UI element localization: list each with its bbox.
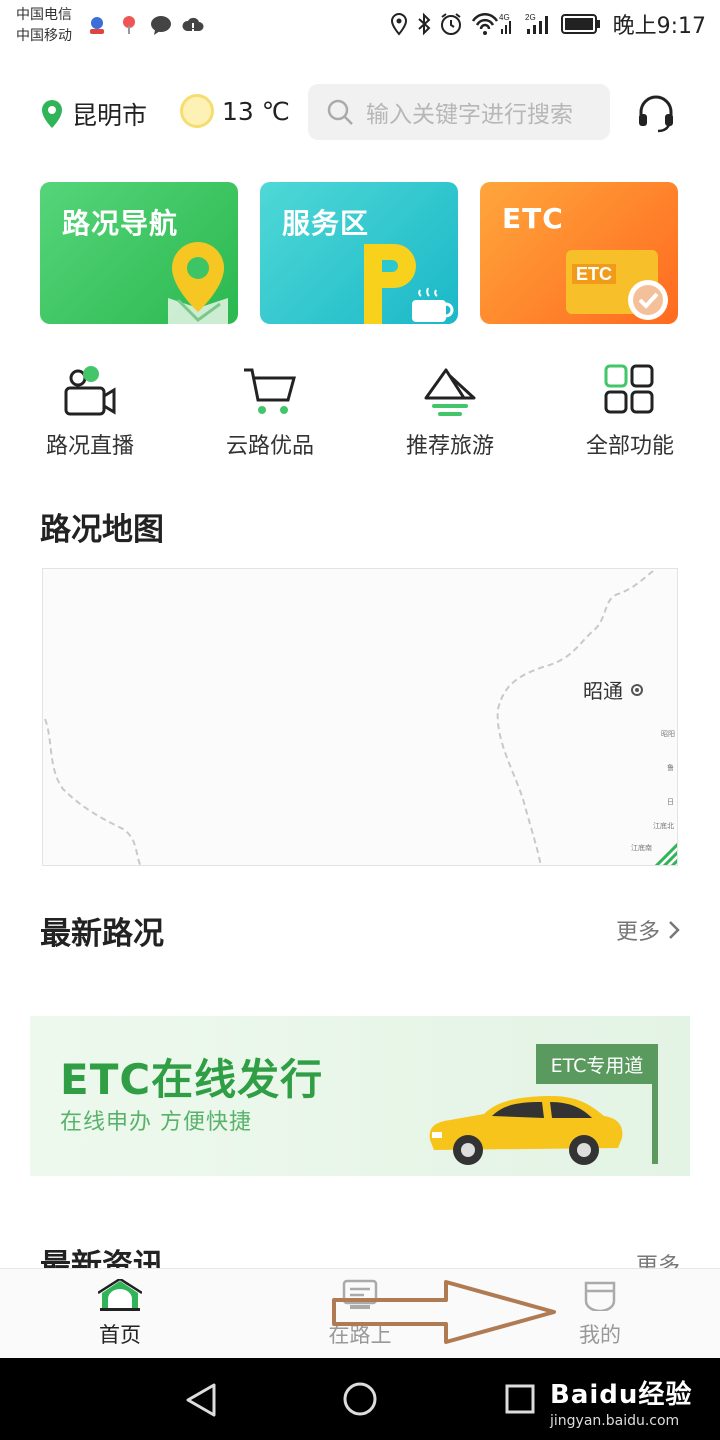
weather-widget[interactable]: 13 ℃ [180,94,290,128]
latest-traffic-title: 最新路况 [40,916,164,952]
map-small-label: 江底北 [653,822,674,830]
sign-post [652,1084,658,1164]
city-label-text: 昭通 [583,679,623,703]
banner-subtitle: 在线申办 方便快捷 [60,1110,252,1135]
profile-icon [584,1281,616,1311]
map-pin-app-icon [123,16,135,34]
temperature: 13 ℃ [222,96,290,126]
traffic-navigation-card[interactable]: 路况导航 [40,182,238,324]
etc-card-check-icon: ETC [566,250,668,320]
cloud-alert-icon [182,17,204,31]
quick-link-label: 推荐旅游 [405,434,494,459]
city-name: 昆明市 [72,101,148,130]
map-small-label: 日 [667,798,674,806]
latest-traffic-more-link[interactable]: 更多 [616,914,680,946]
search-input[interactable]: 输入关键字进行搜索 [308,84,610,140]
map-section-title: 路况地图 [40,512,164,548]
wifi-signal-icon: 4G [471,12,511,35]
map-small-label: 江底南 [631,844,652,852]
traffic-map[interactable]: 昭通 昭阳 鲁 日 江底北 江底南 [42,568,678,866]
map-small-label: 昭阳 [661,730,675,738]
system-navigation-bar: Baidu经验 jingyan.baidu.com [0,1358,720,1440]
more-label: 更多 [615,920,660,945]
map-city-label: 昭通 [583,675,643,704]
etc-card[interactable]: ETC ETC [480,182,678,324]
quick-link-yunlu-shop[interactable]: 云路优品 [200,362,340,460]
battery-icon [560,14,600,34]
cart-icon [244,368,296,414]
annotation-arrow-icon [332,1280,556,1344]
city-marker-icon [631,683,643,696]
home-circle-icon[interactable] [342,1381,378,1417]
map-boundary-lines [44,570,677,865]
card-label: ETC [502,202,564,235]
quick-link-live-traffic[interactable]: 路况直播 [20,362,160,460]
etc-online-banner[interactable]: ETC在线发行 在线申办 方便快捷 ETC专用道 [30,1016,690,1176]
baidu-jingyan-watermark: Baidu经验 jingyan.baidu.com [550,1374,692,1429]
taxi-car-icon [429,1096,623,1165]
mountain-icon [424,368,476,416]
sun-icon [180,94,214,128]
quick-link-label: 云路优品 [225,434,314,459]
quick-links: 路况直播 云路优品 推荐旅游 全部功能 [0,362,720,462]
banner-title: ETC在线发行 [60,1055,324,1104]
etc-lane-sign: ETC专用道 [536,1044,658,1084]
recents-square-icon[interactable] [504,1383,536,1415]
grid-icon [604,364,654,414]
alarm-icon [440,13,461,35]
watermark-url: jingyan.baidu.com [550,1413,680,1429]
card-label: 服务区 [282,207,370,240]
network-type-2: 2G [525,13,536,22]
chat-bubble-icon [151,16,171,35]
carrier-2: 中国移动 [16,28,72,44]
service-area-card[interactable]: 服务区 [260,182,458,324]
carrier-info: 中国电信 中国移动 [16,5,72,47]
home-icon [98,1279,142,1311]
parking-coffee-icon [364,244,454,324]
baidu-app-icon [90,17,104,34]
latest-news-more-link[interactable]: 更多 [636,1248,680,1268]
watermark-brand: Baidu经验 [550,1380,693,1410]
search-icon [327,99,353,125]
chevron-right-icon [669,921,680,939]
back-triangle-icon[interactable] [184,1382,218,1418]
card-label: 路况导航 [62,207,179,240]
quick-link-label: 路况直播 [45,434,134,459]
map-pin-illustration-icon [168,242,228,324]
carrier-1: 中国电信 [16,7,72,23]
status-bar: 中国电信 中国移动 4G 2G 晚上9:17 [0,0,720,52]
feature-cards: 路况导航 服务区 ETC ETC [40,182,680,324]
quick-link-all-functions[interactable]: 全部功能 [560,362,700,460]
more-label: 更多 [635,1254,680,1268]
location-pin-icon [42,100,62,128]
bluetooth-icon [417,12,431,36]
latest-news-title: 最新资讯 [40,1248,164,1268]
system-status: 4G 2G 晚上9:17 [389,8,706,40]
customer-service-headset-icon[interactable] [636,94,676,134]
notification-icons [86,14,204,36]
location-icon [390,12,407,36]
network-type-1: 4G [499,13,510,22]
cell-signal-icon: 2G [525,13,548,34]
tab-label: 首页 [99,1323,141,1347]
etc-card-text: ETC [576,264,612,284]
clock-time: 晚上9:17 [612,14,706,39]
quick-link-label: 全部功能 [585,434,674,459]
city-selector[interactable]: 昆明市 [40,96,147,132]
camera-icon [64,366,116,416]
search-placeholder: 输入关键字进行搜索 [366,102,573,128]
top-header: 昆明市 13 ℃ 输入关键字进行搜索 [0,80,720,144]
tab-home[interactable]: 首页 [60,1279,180,1349]
quick-link-travel[interactable]: 推荐旅游 [380,362,520,460]
map-small-label: 鲁 [667,764,674,772]
